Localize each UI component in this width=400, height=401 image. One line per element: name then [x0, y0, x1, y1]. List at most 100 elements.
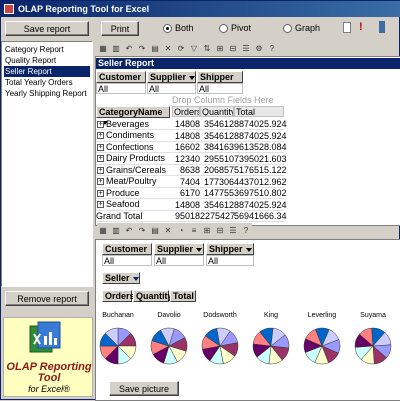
pivot-cell-orders: 6170 — [172, 188, 200, 199]
pie-chart-leverling[interactable] — [302, 326, 342, 366]
expand-icon[interactable]: + — [97, 166, 104, 174]
radio-dot-icon — [163, 23, 172, 33]
grid-icon[interactable]: ▦ — [97, 224, 109, 236]
chart-type-icon[interactable]: ◔ — [175, 224, 187, 236]
help-icon[interactable]: ? — [240, 224, 252, 236]
filter-shipper-value: All — [197, 83, 243, 94]
app-icon — [4, 4, 14, 14]
pivot-cell-orders: 7404 — [172, 177, 200, 188]
expand-icon[interactable]: + — [97, 143, 104, 151]
chart-filter-customer-label: Customer — [105, 244, 148, 254]
pivot-cell-quantity: 147755 — [200, 188, 234, 199]
filter-shipper[interactable]: Shipper — [197, 71, 243, 90]
pivot-cell-total: 9613528.084 — [234, 142, 287, 153]
print-button[interactable]: Print — [101, 21, 139, 36]
redo-icon[interactable]: ↷ — [136, 224, 148, 236]
expand-icon[interactable]: + — [97, 189, 104, 197]
collapse-icon[interactable]: ⊟ — [214, 224, 226, 236]
series-field-seller[interactable]: Seller — [102, 272, 140, 284]
refresh-icon[interactable]: ⟳ — [175, 42, 187, 54]
report-item-seller[interactable]: Seller Report — [4, 66, 90, 77]
pivot-row-label[interactable]: + Seafood — [96, 199, 172, 211]
report-item-yearly-shipping[interactable]: Yearly Shipping Report — [4, 88, 90, 99]
pie-chart-king[interactable] — [251, 326, 291, 366]
report-item-total-yearly-orders[interactable]: Total Yearly Orders — [4, 77, 90, 88]
grid-icon[interactable]: ▦ — [97, 42, 109, 54]
report-item-quality[interactable]: Quality Report — [4, 55, 90, 66]
row-field-label: CategoryName — [99, 107, 163, 117]
sort-icon[interactable]: ⇅ — [201, 42, 213, 54]
filter-shipper-label: Shipper — [200, 72, 234, 82]
field-list-icon[interactable]: ☰ — [227, 224, 239, 236]
settings-icon[interactable]: ⚙ — [253, 42, 265, 54]
row-field-categoryname[interactable]: CategoryName — [96, 106, 170, 125]
report-item-category[interactable]: Category Report — [4, 44, 90, 55]
title-bar: OLAP Reporting Tool for Excel — [1, 1, 400, 17]
radio-graph[interactable]: Graph — [283, 23, 320, 33]
pivot-row-label[interactable]: + Beverages — [96, 119, 172, 130]
help-icon[interactable]: ? — [266, 42, 278, 54]
pivot-cell-quantity: 206857 — [200, 165, 234, 176]
undo-icon[interactable]: ↶ — [123, 224, 135, 236]
pivot-table: Seller Report Customer Supplier Shipper … — [95, 56, 400, 226]
pie-chart-buchanan[interactable] — [98, 326, 138, 366]
filter-supplier[interactable]: Supplier — [147, 71, 196, 83]
chart-filter-customer[interactable]: Customer — [102, 243, 152, 262]
checkbox[interactable] — [343, 22, 351, 33]
format-icon[interactable]: ▤ — [149, 42, 161, 54]
pivot-row-label[interactable]: + Dairy Products — [96, 153, 172, 165]
pivot-title: Seller Report — [96, 58, 400, 69]
pie-chart-dodsworth[interactable] — [200, 326, 240, 366]
undo-icon[interactable]: ↶ — [123, 42, 135, 54]
remove-report-button[interactable]: Remove report — [5, 291, 89, 306]
pivot-row-label[interactable]: + Produce — [96, 188, 172, 199]
filter-customer[interactable]: Customer — [96, 71, 146, 90]
expand-icon[interactable]: + — [97, 132, 104, 139]
redo-icon[interactable]: ↷ — [136, 42, 148, 54]
excel-icon[interactable]: ✕ — [162, 224, 174, 236]
field-list-icon[interactable]: ☰ — [240, 42, 252, 54]
pivot-row-label[interactable]: + Meat/Poultry — [96, 176, 172, 188]
chart-icon[interactable]: ▥ — [110, 224, 122, 236]
pivot-cell-orders: 14808 — [172, 200, 200, 211]
save-report-button[interactable]: Save report — [5, 21, 89, 36]
data-field-total[interactable]: Total — [170, 290, 196, 302]
data-field-quantity[interactable]: Quantity — [133, 290, 173, 302]
pivot-row-label[interactable]: + Condiments — [96, 130, 172, 142]
chart-filter-supplier[interactable]: Supplier — [154, 243, 204, 255]
info-icon[interactable]: ! — [359, 21, 363, 33]
save-picture-button[interactable]: Save picture — [109, 381, 179, 396]
expand-icon[interactable]: ⊞ — [201, 224, 213, 236]
radio-both-label: Both — [175, 23, 194, 33]
radio-both[interactable]: Both — [163, 23, 194, 33]
pivot-cell-total: 3697510.802 — [234, 188, 287, 199]
chart-filter-shipper-label: Shipper — [209, 244, 243, 254]
pie-label: Davolio — [157, 312, 181, 319]
excel-icon[interactable]: ✕ — [162, 42, 174, 54]
pie-chart-suyama[interactable] — [353, 326, 393, 366]
bar-icon[interactable] — [379, 21, 385, 33]
format-icon[interactable]: ▤ — [149, 224, 161, 236]
expand-icon[interactable]: + — [97, 120, 104, 128]
expand-icon[interactable]: + — [97, 155, 104, 162]
filter-icon[interactable]: ▽ — [188, 42, 200, 54]
pivot-cell-total: 8874025.924 — [234, 199, 287, 211]
series-field-label: Seller — [105, 273, 130, 283]
pivot-row-text: Meat/Poultry — [106, 176, 157, 186]
pivot-row-text: Condiments — [106, 130, 155, 140]
expand-icon[interactable]: + — [97, 201, 104, 208]
filter-supplier-value: All — [147, 83, 196, 94]
pivot-toolbar: ▦ ▥ ↶ ↷ ▤ ✕ ⟳ ▽ ⇅ ⊞ ⊟ ☰ ⚙ ? — [97, 41, 278, 55]
collapse-icon[interactable]: ⊟ — [227, 42, 239, 54]
pivot-row-label[interactable]: + Grains/Cereals — [96, 165, 172, 176]
legend-icon[interactable]: ≡ — [188, 224, 200, 236]
pie-chart-davolio[interactable] — [149, 326, 189, 366]
radio-pivot[interactable]: Pivot — [219, 23, 251, 33]
pivot-row-label[interactable]: + Confections — [96, 142, 172, 153]
expand-icon[interactable]: ⊞ — [214, 42, 226, 54]
data-field-orders[interactable]: Orders — [102, 290, 135, 302]
expand-icon[interactable]: + — [97, 178, 104, 185]
chart-filter-shipper[interactable]: Shipper — [206, 243, 254, 255]
chart-icon[interactable]: ▥ — [110, 42, 122, 54]
chart-filter-supplier-label: Supplier — [157, 244, 194, 254]
